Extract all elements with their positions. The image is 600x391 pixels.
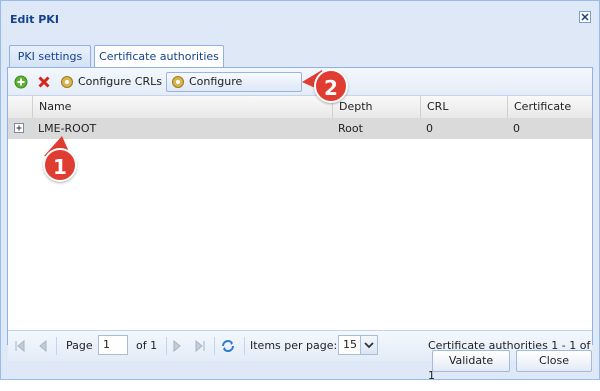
grid-header: Name Depth CRL Certificate [8,96,592,119]
table-row[interactable]: LME-ROOT Root 0 0 [8,118,592,139]
configure-certificates-button[interactable]: Configure certificates [166,72,302,108]
first-page-icon[interactable] [14,331,28,361]
cell-depth: Root [338,122,363,135]
separator [214,337,215,355]
add-button[interactable] [13,72,29,92]
items-per-page-value: 15 [343,338,357,351]
tab-label: PKI settings [17,50,83,63]
separator [166,337,167,355]
separator [244,337,245,355]
gear-icon [172,76,184,88]
certificate-authorities-panel: Configure CRLs Configure certificates Na… [7,67,593,382]
page-label: Page [66,339,93,352]
callout-1: 1 [43,148,77,182]
expander-column-header [8,96,30,118]
gear-icon [61,76,73,88]
validate-button[interactable]: Validate [432,350,510,372]
dialog-titlebar: Edit PKI [1,1,599,35]
cell-certificate: 0 [513,122,520,135]
items-per-page-label: Items per page: [250,339,338,352]
column-header-name[interactable]: Name [32,96,332,118]
close-icon[interactable] [579,11,591,23]
delete-button[interactable] [36,72,52,92]
previous-page-icon[interactable] [38,331,50,361]
add-icon [14,75,28,89]
configure-crls-label: Configure CRLs [78,75,162,88]
cell-crl: 0 [426,122,433,135]
tab-certificate-authorities[interactable]: Certificate authorities [94,45,224,68]
last-page-icon[interactable] [194,331,208,361]
column-header-depth[interactable]: Depth [332,96,420,118]
expand-icon[interactable] [14,123,24,133]
close-button[interactable]: Close [516,350,592,372]
configure-crls-button[interactable]: Configure CRLs [58,72,162,92]
next-page-icon[interactable] [172,331,184,361]
page-number-input[interactable]: 1 [98,335,128,355]
dialog-title: Edit PKI [10,13,59,26]
column-header-crl[interactable]: CRL [420,96,507,118]
page-count-label: of 1 [136,339,158,352]
items-per-page-select[interactable]: 15 [338,335,378,355]
refresh-icon[interactable] [220,331,238,361]
edit-pki-dialog: Edit PKI PKI settings Certificate author… [0,0,600,382]
chevron-down-icon[interactable] [360,336,377,354]
cell-name: LME-ROOT [38,122,97,135]
tab-label: Certificate authorities [99,50,219,63]
column-header-certificate[interactable]: Certificate [507,96,592,118]
callout-2: 2 [314,69,348,103]
tab-pki-settings[interactable]: PKI settings [9,45,91,67]
separator [56,337,57,355]
toolbar: Configure CRLs Configure certificates [8,68,592,108]
dialog-body: PKI settings Certificate authorities Con… [7,45,593,382]
delete-icon [38,76,50,88]
